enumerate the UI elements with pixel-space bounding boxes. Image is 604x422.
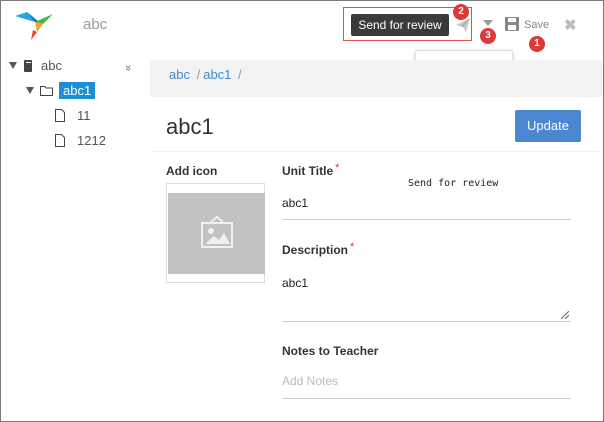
tree-node-label-selected[interactable]: abc1	[59, 82, 96, 99]
update-button[interactable]: Update	[515, 110, 581, 142]
file-icon	[55, 109, 65, 122]
chevron-down-icon[interactable]	[483, 20, 493, 26]
breadcrumb: abc / abc1 /	[169, 67, 242, 82]
send-for-review-button[interactable]: Send for review	[351, 14, 449, 36]
tree-node-file[interactable]: 11	[55, 108, 91, 123]
breadcrumb-separator: /	[196, 67, 201, 82]
notes-underline	[282, 398, 571, 399]
tree-node-file[interactable]: 1212	[55, 133, 106, 148]
sidebar-tree: abc » abc1 11 1212	[1, 50, 148, 421]
unit-title-underline	[282, 219, 571, 220]
breadcrumb-item[interactable]: abc	[169, 67, 190, 82]
description-label: Description *	[282, 241, 355, 257]
notes-input[interactable]: Add Notes	[282, 374, 338, 388]
tree-node-selected[interactable]: abc1	[26, 82, 96, 99]
unit-title-label: Unit Title *	[282, 162, 340, 178]
book-icon	[24, 59, 32, 72]
unit-title-input[interactable]: abc1	[282, 196, 308, 210]
step-badge-1: 1	[529, 36, 545, 52]
breadcrumb-item[interactable]: abc1	[203, 67, 231, 82]
folder-icon	[40, 86, 53, 96]
tree-node-label[interactable]: 1212	[77, 133, 106, 148]
step-badge-2: 2	[453, 4, 469, 20]
add-icon-label: Add icon	[166, 164, 218, 178]
floating-review-label: Send for review	[408, 178, 499, 189]
required-marker: *	[335, 162, 340, 174]
file-icon	[55, 134, 65, 147]
description-textarea[interactable]: abc1	[282, 276, 308, 290]
double-chevron-icon[interactable]: »	[122, 65, 134, 71]
hummingbird-logo-icon	[15, 12, 53, 40]
tree-node-label[interactable]: abc	[41, 58, 62, 73]
save-button[interactable]: Save	[524, 19, 549, 31]
app-name: abc	[83, 16, 108, 33]
resize-handle-icon[interactable]	[561, 311, 569, 319]
expand-caret-icon[interactable]	[26, 87, 34, 94]
icon-placeholder[interactable]	[168, 193, 265, 274]
tree-node-label[interactable]: 11	[77, 108, 91, 123]
notes-to-teacher-label: Notes to Teacher	[282, 344, 379, 358]
image-icon	[201, 215, 233, 248]
page-title: abc1	[166, 114, 214, 139]
step-badge-3: 3	[480, 28, 496, 44]
save-disk-icon[interactable]	[505, 17, 519, 31]
close-icon[interactable]: ✖	[564, 16, 577, 34]
description-underline	[282, 321, 571, 322]
required-marker: *	[350, 241, 355, 253]
expand-caret-icon[interactable]	[9, 62, 17, 69]
add-icon-dropzone[interactable]	[166, 183, 265, 283]
breadcrumb-separator: /	[238, 67, 242, 82]
tree-node-root[interactable]: abc	[9, 58, 62, 73]
